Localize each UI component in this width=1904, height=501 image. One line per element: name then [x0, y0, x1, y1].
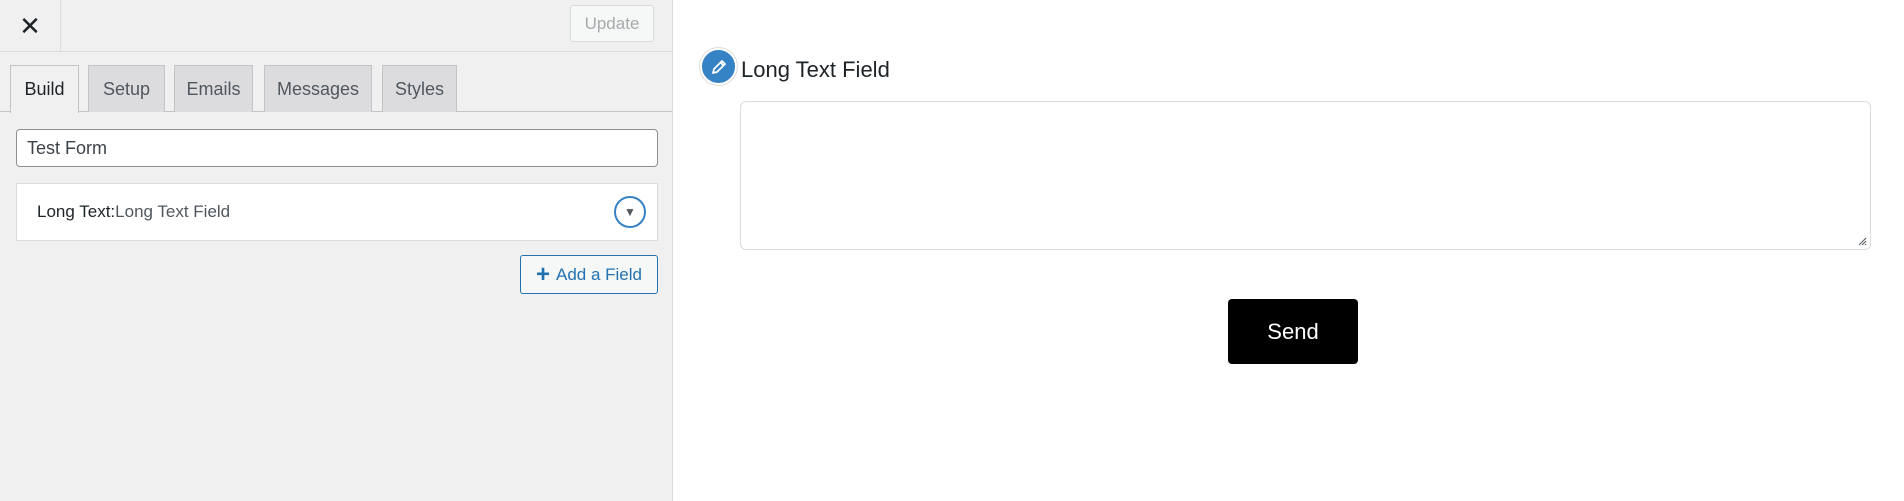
close-button[interactable]: ✕: [0, 0, 61, 52]
tab-styles[interactable]: Styles: [382, 65, 457, 112]
form-name-input[interactable]: [16, 129, 658, 167]
sidebar-topbar: ✕ Update: [0, 0, 672, 52]
edit-field-button[interactable]: [700, 48, 737, 85]
tab-emails[interactable]: Emails: [174, 65, 253, 112]
close-icon: ✕: [19, 10, 41, 41]
field-name-label: Long Text Field: [115, 202, 231, 221]
tab-bar: Build Setup Emails Messages Styles: [0, 65, 672, 113]
plus-icon: +: [535, 260, 550, 288]
pencil-icon: [711, 59, 726, 74]
update-button[interactable]: Update: [570, 5, 654, 42]
add-field-label: Add a Field: [556, 264, 642, 284]
send-button[interactable]: Send: [1228, 299, 1358, 364]
tab-setup[interactable]: Setup: [88, 65, 165, 112]
tab-messages[interactable]: Messages: [264, 65, 372, 112]
tab-build[interactable]: Build: [10, 65, 79, 113]
field-list-item[interactable]: Long Text: Long Text Field ▼: [16, 183, 658, 241]
field-title: Long Text Field: [741, 57, 890, 82]
resize-grip-icon[interactable]: [1857, 236, 1867, 246]
long-text-textarea[interactable]: [740, 101, 1871, 250]
field-type-label: Long Text: [37, 202, 111, 221]
add-field-button[interactable]: + Add a Field: [520, 255, 658, 294]
expand-field-button[interactable]: ▼: [614, 196, 646, 228]
form-builder-sidebar: ✕ Update Build Setup Emails Messages Sty…: [0, 0, 673, 501]
chevron-down-icon: ▼: [624, 205, 636, 219]
